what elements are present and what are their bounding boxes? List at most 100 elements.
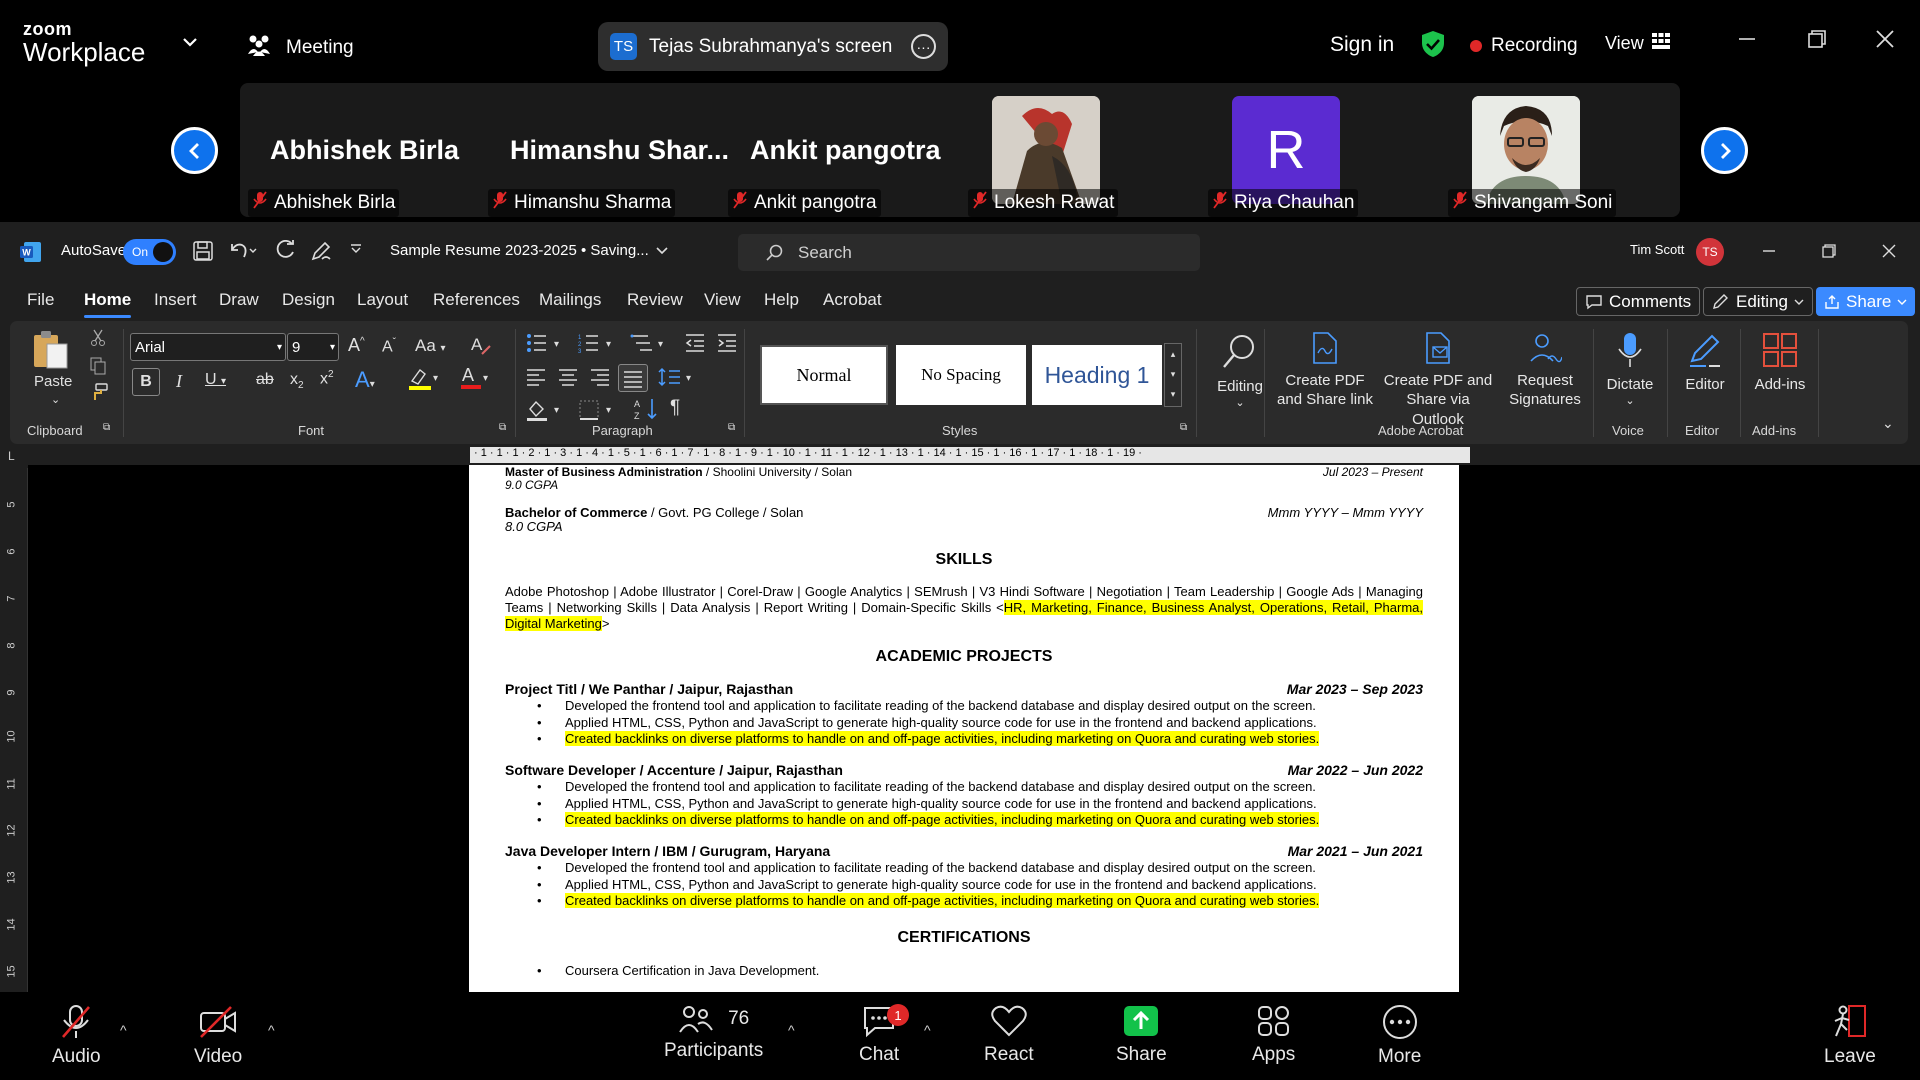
clear-formatting-icon[interactable]: A: [470, 334, 492, 361]
bullets-icon[interactable]: ▾: [526, 333, 566, 358]
tab-stop-selector-icon[interactable]: L: [8, 449, 15, 463]
shading-icon[interactable]: ▾: [526, 399, 566, 426]
leave-button[interactable]: Leave: [1824, 1004, 1876, 1068]
search-input[interactable]: Search: [738, 234, 1200, 271]
audio-options-caret[interactable]: ^: [120, 1022, 127, 1038]
align-left-icon[interactable]: [526, 368, 546, 391]
more-button[interactable]: More: [1378, 1004, 1421, 1068]
document-page[interactable]: Master of Business Administration / Shoo…: [469, 465, 1459, 992]
more-options-icon[interactable]: ···: [911, 34, 936, 59]
vertical-ruler[interactable]: 5 6 7 8 9 10 11 12 13 14 15: [0, 468, 28, 992]
copy-icon[interactable]: [90, 357, 106, 380]
undo-icon[interactable]: [226, 240, 258, 262]
word-minimize-icon[interactable]: [1762, 244, 1776, 258]
comments-button[interactable]: Comments: [1576, 287, 1701, 316]
participant-tile[interactable]: Ankit pangotra Ankit pangotra: [720, 83, 960, 217]
tab-help[interactable]: Help: [764, 290, 799, 310]
participants-button[interactable]: 76 Participants: [664, 1004, 763, 1062]
justify-button[interactable]: [618, 364, 648, 392]
encryption-shield-icon[interactable]: [1420, 30, 1446, 63]
participant-tile[interactable]: Lokesh Rawat: [960, 83, 1200, 217]
word-restore-icon[interactable]: [1822, 244, 1836, 258]
participant-tile[interactable]: Himanshu Shar... Himanshu Sharma: [480, 83, 729, 217]
superscript-button[interactable]: x2: [320, 369, 334, 388]
close-icon[interactable]: [1876, 28, 1894, 54]
strikethrough-button[interactable]: ab: [256, 371, 274, 389]
customize-toolbar-icon[interactable]: [350, 244, 362, 254]
line-spacing-icon[interactable]: ▾: [658, 367, 698, 392]
borders-icon[interactable]: ▾: [578, 399, 618, 426]
recording-indicator[interactable]: Recording: [1470, 35, 1578, 57]
participant-tile[interactable]: R Riya Chauhan: [1200, 83, 1440, 217]
grow-font-icon[interactable]: A^: [348, 335, 365, 356]
account-avatar[interactable]: TS: [1696, 238, 1724, 266]
draw-pen-icon[interactable]: [310, 240, 332, 262]
redo-icon[interactable]: [274, 240, 296, 262]
font-name-select[interactable]: Arial ▾: [130, 333, 286, 361]
screen-share-indicator[interactable]: TS Tejas Subrahmanya's screen ···: [598, 22, 948, 71]
underline-button[interactable]: U ▾: [205, 371, 226, 389]
sign-in-link[interactable]: Sign in: [1330, 33, 1394, 57]
chat-options-caret[interactable]: ^: [924, 1022, 931, 1038]
create-pdf-share-link-button[interactable]: Create PDF and Share link: [1276, 331, 1374, 410]
participant-tile[interactable]: Abhishek Birla Abhishek Birla: [240, 83, 480, 217]
participant-tile[interactable]: Shivangam Soni: [1440, 83, 1680, 217]
show-formatting-icon[interactable]: ¶: [670, 397, 680, 419]
restore-icon[interactable]: [1808, 28, 1826, 54]
word-close-icon[interactable]: [1882, 244, 1896, 258]
styles-scroll[interactable]: ▴ ▾ ▾: [1164, 343, 1182, 407]
share-button[interactable]: Share: [1816, 287, 1916, 316]
numbering-icon[interactable]: 1 2 3 ▾: [578, 333, 618, 358]
next-page-button[interactable]: [1701, 127, 1748, 174]
tab-view[interactable]: View: [704, 290, 741, 310]
tab-home[interactable]: Home: [84, 290, 132, 318]
italic-button[interactable]: I: [176, 371, 182, 392]
tab-mailings[interactable]: Mailings: [539, 290, 601, 310]
chevron-down-icon[interactable]: ⌄: [51, 393, 60, 406]
tab-references[interactable]: References: [433, 290, 520, 310]
tab-design[interactable]: Design: [282, 290, 335, 310]
previous-page-button[interactable]: [171, 127, 218, 174]
tab-review[interactable]: Review: [627, 290, 683, 310]
align-right-icon[interactable]: [590, 368, 610, 391]
change-case-icon[interactable]: Aa ▾: [415, 336, 446, 356]
cut-icon[interactable]: [90, 329, 106, 352]
subscript-button[interactable]: x2: [290, 371, 304, 391]
font-color-icon[interactable]: A ▾: [460, 365, 492, 396]
paste-button[interactable]: [30, 329, 70, 376]
minimize-icon[interactable]: [1738, 28, 1756, 54]
audio-button[interactable]: Audio: [52, 1004, 101, 1068]
react-button[interactable]: React: [984, 1004, 1034, 1066]
meeting-menu[interactable]: Meeting: [246, 34, 354, 62]
tab-file[interactable]: File: [27, 290, 54, 310]
add-ins-button[interactable]: Add-ins: [1744, 331, 1816, 394]
style-normal[interactable]: Normal: [760, 345, 888, 405]
dialog-launcher-icon[interactable]: ⧉: [728, 422, 735, 433]
editor-button[interactable]: Editor: [1672, 331, 1738, 394]
bold-button[interactable]: B: [132, 368, 160, 396]
participants-options-caret[interactable]: ^: [788, 1022, 795, 1038]
multilevel-list-icon[interactable]: ▾: [630, 333, 670, 358]
text-effects-icon[interactable]: A▾: [355, 367, 375, 393]
create-pdf-outlook-button[interactable]: Create PDF and Share via Outlook: [1380, 331, 1496, 429]
style-no-spacing[interactable]: No Spacing: [896, 345, 1026, 405]
share-screen-button[interactable]: Share: [1116, 1004, 1167, 1066]
align-center-icon[interactable]: [558, 368, 578, 391]
format-painter-icon[interactable]: [90, 383, 108, 406]
video-options-caret[interactable]: ^: [268, 1022, 275, 1038]
save-icon[interactable]: [192, 240, 214, 262]
sort-icon[interactable]: AZ: [634, 397, 660, 426]
chevron-down-icon[interactable]: [182, 34, 198, 52]
account-name[interactable]: Tim Scott: [1630, 242, 1684, 257]
tab-layout[interactable]: Layout: [357, 290, 408, 310]
font-size-select[interactable]: 9 ▾: [287, 333, 339, 361]
increase-indent-icon[interactable]: [716, 333, 738, 358]
tab-acrobat[interactable]: Acrobat: [823, 290, 882, 310]
shrink-font-icon[interactable]: Aˇ: [382, 337, 396, 356]
horizontal-ruler[interactable]: L · 1 · 1 · 1 · 2 · 1 · 3 · 1 · 4 · 1 · …: [0, 447, 1920, 463]
dialog-launcher-icon[interactable]: ⧉: [499, 422, 506, 433]
request-signatures-button[interactable]: Request Signatures: [1500, 331, 1590, 410]
view-button[interactable]: View: [1605, 33, 1670, 54]
highlight-color-icon[interactable]: ▾: [408, 367, 442, 396]
decrease-indent-icon[interactable]: [684, 333, 706, 358]
